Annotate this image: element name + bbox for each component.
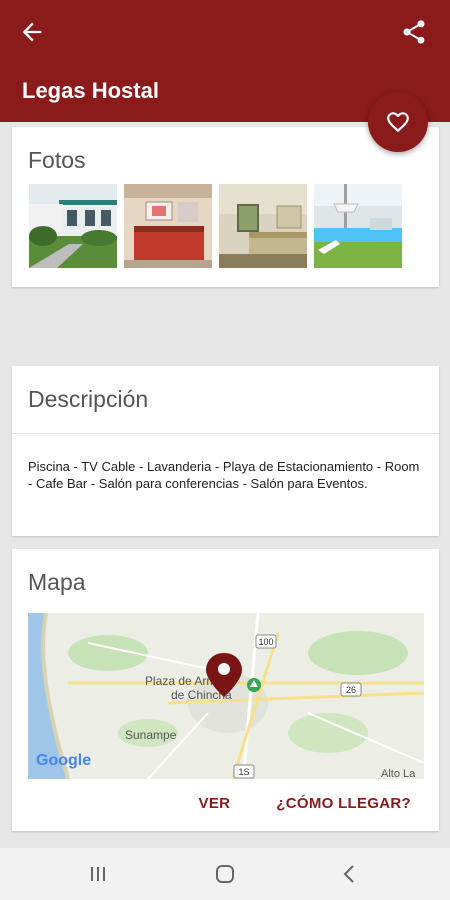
map-actions: VER ¿CÓMO LLEGAR? — [199, 795, 411, 812]
page-title: Legas Hostal — [22, 78, 159, 103]
google-logo: Google — [36, 752, 91, 769]
map-label-alto: Alto La — [381, 768, 416, 779]
divider — [12, 433, 439, 434]
como-llegar-button[interactable]: ¿CÓMO LLEGAR? — [276, 795, 411, 812]
mapa-title: Mapa — [28, 569, 86, 595]
photo-reception[interactable] — [124, 184, 212, 268]
heart-outline-icon — [387, 112, 409, 133]
fotos-card: Fotos — [12, 127, 439, 287]
svg-text:100: 100 — [258, 637, 273, 647]
system-nav-bar — [0, 848, 450, 900]
fotos-title: Fotos — [28, 147, 86, 173]
descripcion-text: Piscina - TV Cable - Lavanderia - Playa … — [28, 459, 420, 491]
photo-gallery — [29, 184, 402, 268]
arrow-back-icon[interactable] — [18, 18, 46, 46]
descripcion-title: Descripción — [28, 386, 149, 412]
svg-text:26: 26 — [346, 685, 356, 695]
home-icon[interactable] — [213, 862, 237, 886]
favorite-button[interactable] — [368, 92, 428, 152]
map-label-sunampe: Sunampe — [125, 728, 177, 742]
share-icon[interactable] — [400, 18, 428, 46]
nav-back-icon[interactable] — [338, 862, 362, 886]
map-view[interactable]: 100 26 1S Plaza de Armas de Chincha Suna… — [28, 613, 424, 779]
descripcion-card: Descripción Piscina - TV Cable - Lavande… — [12, 366, 439, 536]
mapa-card: Mapa 100 26 1S Plaza de Armas de Chincha… — [12, 549, 439, 831]
recent-apps-icon[interactable] — [86, 862, 110, 886]
photo-pool[interactable] — [314, 184, 402, 268]
photo-exterior-garden[interactable] — [29, 184, 117, 268]
ver-button[interactable]: VER — [199, 795, 231, 812]
svg-text:1S: 1S — [238, 767, 249, 777]
photo-bedroom[interactable] — [219, 184, 307, 268]
